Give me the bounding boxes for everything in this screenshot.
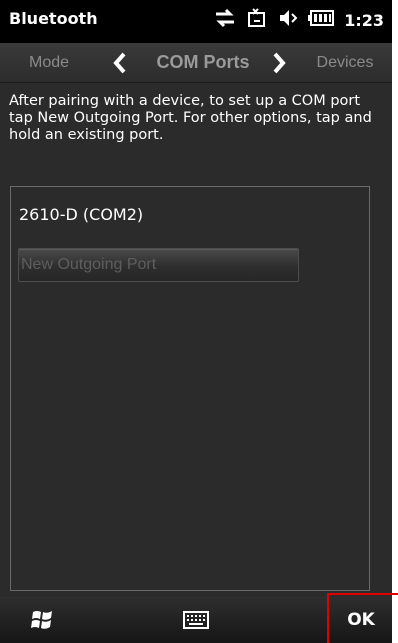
device-screen: Bluetooth 1:23 Mode COM Ports Devices Af… bbox=[0, 0, 392, 643]
clock: 1:23 bbox=[344, 10, 384, 30]
new-outgoing-port-label: New Outgoing Port bbox=[21, 256, 157, 273]
status-icons: 1:23 bbox=[214, 6, 384, 34]
volume-icon bbox=[278, 8, 298, 32]
tab-com-ports[interactable]: COM Ports bbox=[138, 43, 268, 82]
list-item[interactable]: 2610-D (COM2) bbox=[19, 205, 143, 224]
battery-icon bbox=[308, 10, 335, 30]
com-port-list[interactable]: 2610-D (COM2) New Outgoing Port bbox=[10, 186, 370, 591]
chevron-left-icon[interactable] bbox=[113, 52, 127, 78]
keyboard-icon[interactable] bbox=[183, 611, 209, 633]
tab-mode[interactable]: Mode bbox=[14, 43, 84, 82]
tab-devices[interactable]: Devices bbox=[306, 43, 384, 82]
chevron-right-icon[interactable] bbox=[272, 52, 286, 78]
instructions-text: After pairing with a device, to set up a… bbox=[9, 93, 372, 143]
dialup-icon bbox=[246, 7, 268, 33]
windows-start-icon[interactable] bbox=[30, 608, 56, 636]
new-outgoing-port-button[interactable]: New Outgoing Port bbox=[18, 248, 299, 282]
app-title: Bluetooth bbox=[9, 9, 98, 28]
ok-highlight-box bbox=[327, 593, 398, 643]
tab-strip: Mode COM Ports Devices bbox=[0, 43, 392, 83]
status-bar: Bluetooth 1:23 bbox=[0, 0, 392, 43]
connectivity-icon bbox=[214, 8, 236, 32]
